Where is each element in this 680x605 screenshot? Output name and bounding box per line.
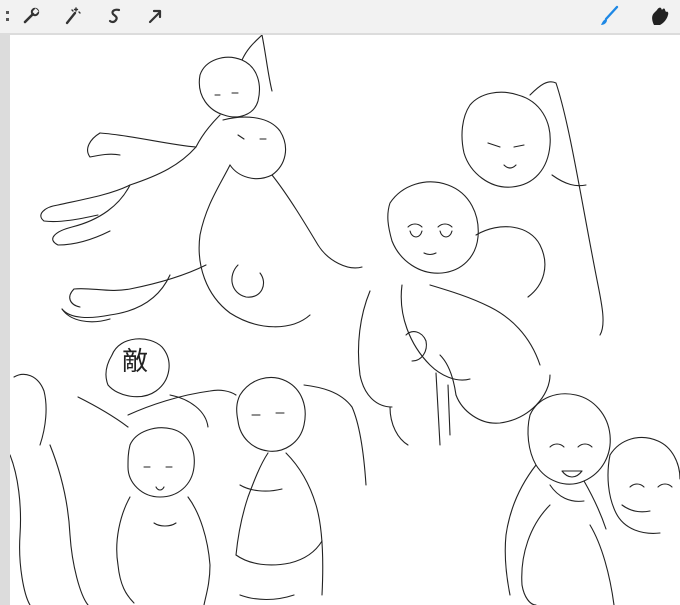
transform-arrow-icon[interactable]	[143, 4, 167, 28]
smudge-icon[interactable]	[647, 4, 671, 28]
drawing-canvas[interactable]: 敵	[10, 35, 680, 605]
sketch-artwork	[10, 35, 680, 605]
magic-wand-icon[interactable]	[60, 4, 84, 28]
wrench-icon[interactable]	[19, 4, 43, 28]
gallery-edge-icon[interactable]	[0, 4, 16, 28]
annotation-text: 敵	[122, 347, 149, 377]
brush-icon[interactable]	[597, 4, 621, 28]
top-toolbar	[0, 0, 680, 33]
canvas-workspace[interactable]: 敵	[0, 33, 680, 605]
selection-icon[interactable]	[103, 4, 127, 28]
